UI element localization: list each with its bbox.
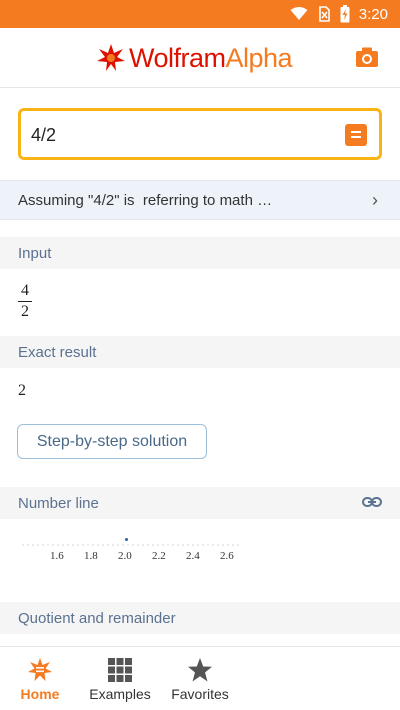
pod-title-quotient: Quotient and remainder [0,602,400,634]
bottom-nav: Home Examples Favorites [0,646,400,710]
status-icons: 3:20 [290,4,388,24]
step-by-step-label: Step-by-step solution [36,433,188,450]
equals-icon[interactable] [345,124,367,146]
pod-title-text: Number line [18,495,99,512]
pod-title-number-line: Number line [0,487,400,519]
number-line-tick-label: 1.6 [50,550,64,562]
number-line-tick-label: 2.2 [152,550,166,562]
status-time: 3:20 [358,5,388,23]
camera-icon[interactable] [354,44,380,70]
battery-charging-icon [340,5,350,23]
pod-title-exact-result: Exact result [0,336,400,368]
assumption-text: Assuming "4/2" is referring to math … [18,192,273,209]
wifi-icon [290,7,308,20]
search-box[interactable] [18,108,382,160]
nav-label-home: Home [20,686,60,702]
assumption-bar[interactable]: Assuming "4/2" is referring to math … › [0,180,400,220]
fraction-numerator: 4 [21,282,29,299]
fraction-bar [18,301,32,302]
nav-label-favorites: Favorites [171,686,229,702]
number-line-tick-label: 1.8 [84,550,98,562]
pod-title-text: Exact result [18,344,97,361]
star-icon [188,658,212,682]
link-icon[interactable] [362,494,382,510]
nav-favorites[interactable]: Favorites [160,647,240,710]
status-bar: 3:20 [0,0,400,28]
nav-home[interactable]: Home [0,647,80,710]
chevron-right-icon: › [372,190,378,210]
number-line-point [125,538,128,541]
pod-title-text: Quotient and remainder [18,610,176,627]
wolframalpha-logo[interactable]: WolframAlpha [96,42,293,74]
no-sim-icon [318,6,330,22]
search-input[interactable] [31,123,331,147]
pod-title-text: Input [18,245,52,262]
number-line-tick-label: 2.6 [220,550,234,562]
wolfram-spikey-icon [97,44,125,71]
fraction-denominator: 2 [21,303,29,320]
logo-text-wolfram: Wolfram [129,42,226,73]
home-icon [28,658,52,681]
number-line-tick-label: 2.4 [186,550,200,562]
exact-result-value: 2 [18,382,26,399]
app-header: WolframAlpha [0,28,400,88]
step-by-step-button[interactable]: Step-by-step solution [17,424,207,459]
nav-examples[interactable]: Examples [80,647,160,710]
input-fraction: 4 2 [18,282,32,321]
number-line-tick-label: 2.0 [118,550,132,562]
grid-icon [108,658,132,682]
logo-text-alpha: Alpha [225,42,293,73]
nav-label-examples: Examples [89,686,151,702]
pod-title-input: Input [0,237,400,269]
